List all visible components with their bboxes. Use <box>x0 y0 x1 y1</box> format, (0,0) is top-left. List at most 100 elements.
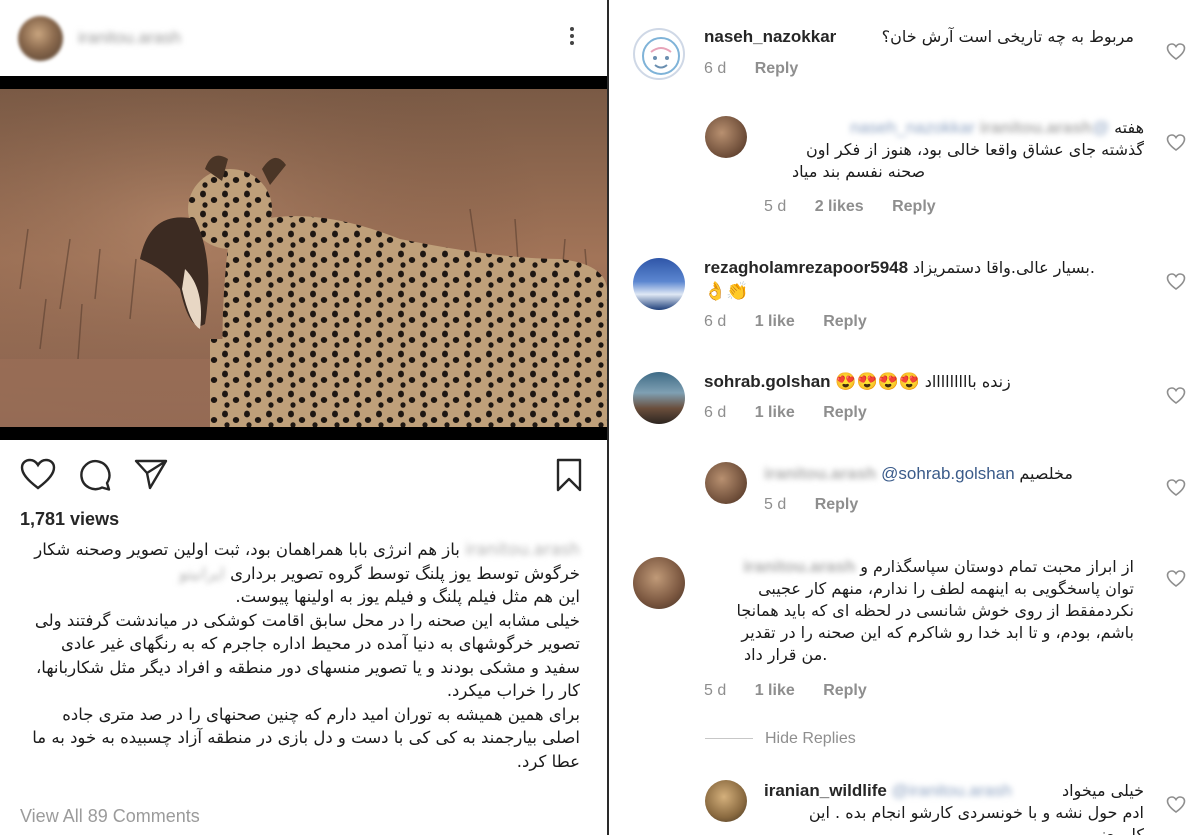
avatar[interactable] <box>633 28 685 80</box>
comment-meta: 5 d 1 like Reply <box>704 682 891 700</box>
comment-username[interactable]: iranian_wildlife <box>764 781 887 800</box>
caption-line: سفید و مشکی بودند و یا تصویر منسهای دور … <box>35 657 580 677</box>
comment-time: 6 d <box>704 404 727 421</box>
comment-body: خیلی میخواد <box>1062 781 1144 800</box>
caption-line: خرگوش توسط یوز پلنگ توسط گروه تصویر بردا… <box>230 563 580 583</box>
likes-count[interactable]: 1 like <box>755 682 795 699</box>
comment-time: 6 d <box>704 313 727 330</box>
comment-time: 5 d <box>704 682 727 699</box>
likes-count[interactable]: 2 likes <box>815 198 864 215</box>
caption-line: باز هم انرژی بابا همراهمان بود، ثبت اولی… <box>34 540 460 559</box>
comment-body: مخلصیم <box>1019 464 1073 483</box>
comment-username[interactable]: iranitou.arash <box>980 118 1092 137</box>
caption-author[interactable]: iranitou.arash <box>465 540 580 559</box>
share-send-icon[interactable] <box>134 458 168 490</box>
avatar[interactable] <box>633 372 685 424</box>
comment-username[interactable]: iranitou.arash <box>764 464 876 483</box>
comment-text: iranitou.arash @sohrab.golshan مخلصیم <box>764 463 1144 485</box>
post-actions-bar <box>0 452 607 500</box>
caption-line: خیلی مشابه این صحنه را در محل سابق اقامت… <box>34 610 580 630</box>
avatar[interactable] <box>705 780 747 822</box>
like-heart-icon[interactable] <box>1166 386 1186 406</box>
comment-mention[interactable]: @iranitou.arash <box>892 781 1012 800</box>
post-header: iranitou.arash <box>0 0 607 76</box>
reply-button[interactable]: Reply <box>815 496 859 513</box>
comment-body: صحنه نفسم بند میاد <box>792 162 926 181</box>
comment-text: هفته @naseh_nazokkar iranitou.arash گذشت… <box>764 117 1144 183</box>
likes-count[interactable]: 1 like <box>755 404 795 421</box>
post-author-username[interactable]: iranitou.arash <box>78 28 181 48</box>
avatar[interactable] <box>705 116 747 158</box>
hide-replies-label: Hide Replies <box>765 730 856 747</box>
comment-body: نکردمفقط از روی خوش شانسی در لحظه ای که … <box>736 601 1134 620</box>
post-panel: iranitou.arash 1,781 views iranitou.aras… <box>0 0 607 835</box>
comment-meta: 6 d Reply <box>704 60 822 78</box>
like-heart-icon[interactable] <box>20 458 56 490</box>
views-count: 1,781 views <box>20 509 120 529</box>
comment-text: rezagholamrezapoor5948 بسیار عالی.واقا د… <box>704 257 1134 303</box>
caption-mention[interactable]: ایرانیتو <box>179 564 225 583</box>
reply-button[interactable]: Reply <box>755 60 799 77</box>
comment-mention[interactable]: @sohrab.golshan <box>881 464 1015 483</box>
caption-line: عطا کرد. <box>516 751 580 771</box>
comment-text: از ابراز محبت تمام دوستان سپاسگذارم و ir… <box>704 556 1134 666</box>
comment-username[interactable]: sohrab.golshan <box>704 372 831 391</box>
comment-time: 5 d <box>764 496 787 513</box>
caption-line: این هم مثل فیلم پلنگ و فیلم یوز به اولین… <box>235 587 580 606</box>
caption-line: تصویر خرگوشهای به دنیا آمده در محیط ادار… <box>60 634 580 653</box>
comment-meta: 5 d Reply <box>764 496 882 514</box>
divider-line <box>705 738 753 740</box>
reply-button[interactable]: Reply <box>823 404 867 421</box>
comment-meta: 6 d 1 like Reply <box>704 313 891 331</box>
reply-button[interactable]: Reply <box>823 682 867 699</box>
like-heart-icon[interactable] <box>1166 133 1186 153</box>
comment-username[interactable]: rezagholamrezapoor5948 <box>704 258 908 277</box>
comment-body: توان پاسخگویی به اینهمه لطف را ندارم، من… <box>758 579 1134 598</box>
comment-text: sohrab.golshan 😍😍😍😍 زنده باااااااااد <box>704 371 1134 393</box>
caption-line: کار را خراب میکرد. <box>446 681 580 700</box>
comment-username[interactable]: naseh_nazokkar <box>704 27 836 46</box>
save-bookmark-icon[interactable] <box>555 458 583 492</box>
likes-count[interactable]: 1 like <box>755 313 795 330</box>
avatar[interactable] <box>705 462 747 504</box>
caption-line: برای همین همیشه به توران امید دارم که چن… <box>62 704 580 724</box>
like-heart-icon[interactable] <box>1166 42 1186 62</box>
cheetah-video-frame <box>0 89 607 427</box>
comment-body: هفته <box>1114 118 1144 137</box>
comment-body: باشم، بودم، و تا ابد خدا رو شاکرم که این… <box>741 623 1134 642</box>
caption-line: اصلی بیارجمند به کی کی با دست و دل بازی … <box>32 728 580 747</box>
comment-body: از ابراز محبت تمام دوستان سپاسگذارم و <box>860 557 1134 576</box>
comment-meta: 6 d 1 like Reply <box>704 404 891 422</box>
like-heart-icon[interactable] <box>1166 569 1186 589</box>
comment-text: iranian_wildlife @iranitou.arash خیلی می… <box>764 780 1144 835</box>
avatar[interactable] <box>633 557 685 609</box>
reply-button[interactable]: Reply <box>823 313 867 330</box>
comment-body: مربوط به چه تاریخی است آرش خان؟ <box>881 27 1134 46</box>
post-video[interactable] <box>0 76 607 440</box>
comment-emoji: 😍😍😍😍 <box>835 372 920 391</box>
comments-panel: naseh_nazokkar مربوط به چه تاریخی است آر… <box>609 0 1200 835</box>
comment-time: 6 d <box>704 60 727 77</box>
comment-emoji: 👌👏 <box>704 281 749 301</box>
view-all-comments-link[interactable]: View All 89 Comments <box>20 806 200 827</box>
like-heart-icon[interactable] <box>1166 478 1186 498</box>
comment-meta: 5 d 2 likes Reply <box>764 198 960 216</box>
hide-replies-button[interactable]: Hide Replies <box>705 730 856 748</box>
comment-body: زنده باااااااااد <box>924 372 1011 391</box>
like-heart-icon[interactable] <box>1166 272 1186 292</box>
post-author-avatar[interactable] <box>18 16 63 61</box>
comment-time: 5 d <box>764 198 787 215</box>
comment-body: ادم حول نشه و با خونسردی کارشو انجام بده… <box>808 803 1144 822</box>
comment-icon[interactable] <box>78 458 112 492</box>
reply-button[interactable]: Reply <box>892 198 936 215</box>
comment-body: گذشته جای عشاق واقعا خالی بود، هنوز از ف… <box>805 140 1144 159</box>
like-heart-icon[interactable] <box>1166 795 1186 815</box>
more-options-icon[interactable] <box>560 24 584 54</box>
comment-text: naseh_nazokkar مربوط به چه تاریخی است آر… <box>704 26 1134 48</box>
comment-body: بسیار عالی.واقا دستمریزاد. <box>912 258 1095 277</box>
post-caption: iranitou.arash باز هم انرژی بابا همراهما… <box>20 538 580 773</box>
comment-body: .من قرار داد <box>744 645 828 664</box>
comment-username[interactable]: iranitou.arash <box>743 557 855 576</box>
comment-body: کار یعنی ... <box>1068 825 1144 835</box>
avatar[interactable] <box>633 258 685 310</box>
